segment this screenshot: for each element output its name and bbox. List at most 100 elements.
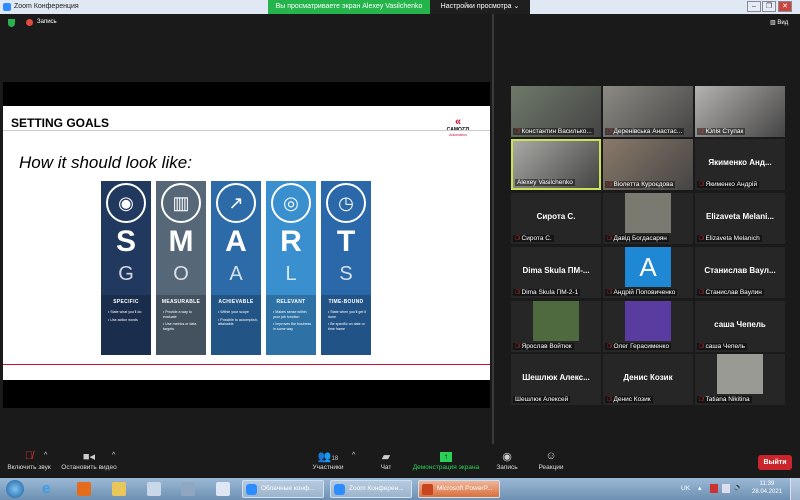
participant-tile[interactable]: 🎙̸ Деренівська Анастас...: [603, 86, 693, 137]
participant-tile[interactable]: 🎙̸ Віолетта Куроєдова: [603, 139, 693, 190]
participant-center-name: Сирота С.: [536, 212, 576, 221]
language-indicator[interactable]: UK: [681, 485, 690, 492]
taskbar-task[interactable]: Zoom Конферен...: [330, 480, 412, 498]
shield-icon[interactable]: [8, 19, 15, 27]
pillar-icon: ◎: [271, 183, 311, 223]
participant-tile[interactable]: Шешлюк Алекс... Шешлюк Алексей: [511, 354, 601, 405]
participant-tile[interactable]: A 🎙̸ Андрій Поповиченко: [603, 247, 693, 298]
media-player-icon[interactable]: [77, 482, 91, 496]
pillar-bullet: • State when you'll get it done: [328, 310, 367, 319]
participants-button[interactable]: 👥18 Участники: [308, 450, 348, 471]
pillar-bullet: • Within your scope: [218, 310, 249, 314]
participant-tile[interactable]: 🎙̸ Олег Герасименко: [603, 301, 693, 352]
unmute-label: Включить звук: [7, 464, 51, 471]
chat-button[interactable]: ▰ Чат: [372, 450, 400, 471]
pillar-bullet: • Possible to accomplish, attainable: [218, 317, 258, 327]
minimize-button[interactable]: –: [747, 1, 761, 12]
zoom-icon: [246, 484, 257, 495]
record-button[interactable]: ◉ Запись: [492, 450, 522, 471]
pillar-icon: ↗: [216, 183, 256, 223]
participant-center-name: Денис Козик: [623, 373, 673, 382]
stop-video-button[interactable]: ■◂ Остановить видео: [58, 450, 120, 471]
pillar-label: SPECIFIC: [113, 299, 139, 305]
volume-icon[interactable]: 🔈: [734, 483, 743, 491]
participant-name: Якименко Андрій: [705, 181, 758, 188]
video-options-chevron-icon[interactable]: ^: [112, 452, 115, 459]
calculator-icon[interactable]: [181, 482, 195, 496]
taskbar-task[interactable]: Облачные конф...: [242, 480, 324, 498]
clock-date: 28.04.2021: [752, 489, 783, 495]
tray-expand-icon[interactable]: ▴: [698, 484, 702, 492]
pillar-bullet: • Use action words: [108, 317, 138, 322]
close-button[interactable]: ✕: [778, 1, 792, 12]
mic-muted-icon: 🎙̸: [699, 290, 704, 296]
participant-center-name: Dima Skula ПМ-...: [522, 266, 590, 275]
window-title: Zoom Конференция: [14, 3, 79, 10]
network-icon[interactable]: [722, 484, 730, 493]
maximize-button[interactable]: ❐: [762, 1, 776, 12]
reactions-icon: ☺: [545, 450, 557, 462]
pillar-description: RELEVANT • Makes sense within your job f…: [266, 295, 316, 355]
smart-pillar: ◉ S G SPECIFIC • State what you'll do • U…: [101, 181, 151, 355]
bullet-text: State what you'll do: [110, 310, 142, 314]
audio-options-chevron-icon[interactable]: ^: [44, 452, 47, 459]
participant-tile[interactable]: Денис Козик 🎙̸ Денис Козик: [603, 354, 693, 405]
pillar-letter: R: [280, 225, 302, 258]
mic-muted-icon: 🎙̸: [607, 236, 612, 242]
participant-tile[interactable]: 🎙̸ Константин Василько...: [511, 86, 601, 137]
participant-tile[interactable]: Elizaveta Melani... 🎙̸ Elizaveta Melanich: [695, 193, 785, 244]
taskbar-task-active[interactable]: Microsoft PowerP...: [418, 480, 500, 498]
mic-muted-icon: 🎙̸: [607, 397, 612, 403]
participant-name: Шешлюк Алексей: [515, 396, 569, 403]
ie-icon[interactable]: e: [42, 481, 56, 496]
participants-chevron-icon[interactable]: ^: [352, 452, 355, 459]
participant-tile[interactable]: 🎙̸ Tatiana Nikitina: [695, 354, 785, 405]
participant-tile[interactable]: Якименко Анд... 🎙̸ Якименко Андрій: [695, 139, 785, 190]
participant-name-label: 🎙̸ Денис Козик: [605, 396, 653, 403]
participant-name-label: 🎙̸ Tatiana Nikitina: [697, 396, 752, 403]
view-options-button[interactable]: Настройки просмотра ⌄: [430, 0, 530, 14]
recording-label[interactable]: Запись: [37, 19, 57, 25]
participant-tile[interactable]: 🎙̸ Юлія Ступак: [695, 86, 785, 137]
participant-avatar: [533, 301, 579, 341]
participant-tile[interactable]: саша Чепель 🎙̸ саша Чепель: [695, 301, 785, 352]
participant-name: Станислав Ваулин: [705, 289, 762, 296]
participant-name-label: 🎙̸ Олег Герасименко: [605, 343, 672, 350]
start-button-icon[interactable]: [6, 480, 24, 498]
participant-name-label: 🎙̸ Сирота С.: [513, 235, 554, 242]
participant-tile[interactable]: Dima Skula ПМ-... 🎙̸ Dima Skula ПМ-2-1: [511, 247, 601, 298]
participant-tile[interactable]: 🎙̸ Давід Богдасарян: [603, 193, 693, 244]
mic-muted-icon: 🎙̸: [515, 290, 520, 296]
explorer-icon[interactable]: [112, 482, 126, 496]
participant-tile[interactable]: Alexey Vasilchenko: [511, 139, 601, 190]
leave-button[interactable]: Выйти: [758, 455, 792, 470]
word-icon[interactable]: [216, 482, 230, 496]
participant-tile[interactable]: Сирота С. 🎙̸ Сирота С.: [511, 193, 601, 244]
participant-avatar: A: [625, 247, 671, 287]
recording-icon: [26, 19, 33, 26]
participant-center-name: Станислав Ваул...: [704, 266, 776, 275]
header-rule: [3, 130, 490, 131]
mic-muted-icon: 🎙̸: [699, 344, 704, 350]
mic-muted-icon: 🎙̸: [515, 236, 520, 242]
view-button[interactable]: ▥ Вид: [770, 19, 788, 26]
task-label: Microsoft PowerP...: [437, 485, 493, 492]
participant-name-label: Alexey Vasilchenko: [515, 179, 575, 186]
show-desktop-button[interactable]: [790, 478, 800, 500]
reactions-button[interactable]: ☺ Реакции: [535, 450, 567, 471]
split-divider[interactable]: [492, 14, 494, 444]
tray-app-icon[interactable]: [710, 484, 718, 493]
bullet-text: Possible to accomplish, attainable: [218, 317, 258, 327]
participant-tile[interactable]: 🎙̸ Ярослав Войтюк: [511, 301, 601, 352]
share-screen-button[interactable]: ↑ Демонстрация экрана: [408, 450, 484, 471]
pillar-bullet: • Makes sense within your job function: [273, 310, 307, 319]
chat-icon: ▰: [381, 451, 391, 463]
scanner-icon[interactable]: [147, 482, 161, 496]
participant-tile[interactable]: Станислав Ваул... 🎙̸ Станислав Ваулин: [695, 247, 785, 298]
participant-avatar: [625, 193, 671, 233]
bullet-text: Provide a way to evaluate: [163, 310, 192, 319]
mic-muted-icon: 🎙̸: [515, 129, 520, 135]
clock[interactable]: 11:39 28.04.2021: [752, 480, 782, 496]
bullet-text: State when you'll get it done: [328, 310, 367, 319]
pillar-description: SPECIFIC • State what you'll do • Use act…: [101, 295, 151, 355]
